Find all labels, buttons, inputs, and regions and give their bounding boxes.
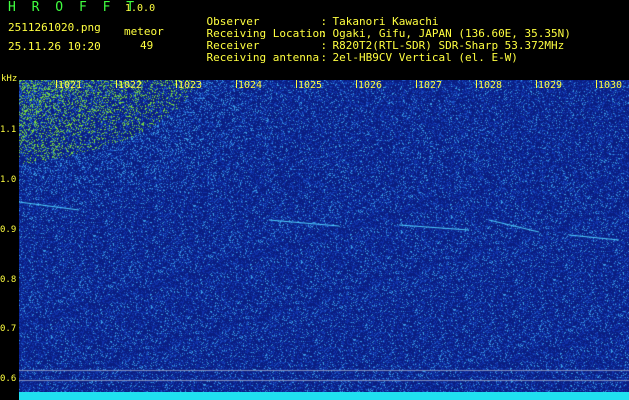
signal-strip [19, 392, 629, 400]
info-row-receiver: Receiver: R820T2(RTL-SDR) SDR-Sharp 53.37… [206, 39, 565, 52]
y-tick-label: 0.9 [0, 225, 17, 235]
y-tick-label: 0.8 [0, 275, 17, 285]
time-tick-label: 1027 [418, 80, 443, 91]
time-tick-mark [536, 80, 537, 88]
header-panel: H R O F F T 1.0.0 2511261020.png 25.11.2… [0, 0, 629, 78]
time-tick-mark [296, 80, 297, 88]
time-tick-mark [116, 80, 117, 88]
time-tick-label: 1028 [478, 80, 503, 91]
time-tick-label: 1022 [118, 80, 143, 91]
meteor-label: meteor [124, 25, 164, 38]
time-tick-mark [176, 80, 177, 88]
meteor-count: 49 [140, 39, 154, 52]
y-tick-label: 0.7 [0, 324, 17, 334]
app-title: H R O F F T [8, 0, 139, 15]
date-time: 25.11.26 10:20 [8, 40, 101, 53]
time-tick-mark [596, 80, 597, 88]
time-tick-label: 1030 [598, 80, 623, 91]
y-tick-label: 1.1 [0, 125, 17, 135]
time-tick-mark [356, 80, 357, 88]
info-row-location: Receiving Location: Ogaki, Gifu, JAPAN (1… [206, 27, 571, 40]
y-tick-label: 1.0 [0, 175, 17, 185]
info-row-observer: Observer: Takanori Kawachi [206, 15, 439, 28]
y-tick-label: 0.6 [0, 374, 17, 384]
time-tick-label: 1021 [58, 80, 83, 91]
time-tick-mark [416, 80, 417, 88]
axis-unit: kHz [1, 74, 18, 84]
time-tick-mark [56, 80, 57, 88]
spectrogram [19, 80, 629, 392]
time-tick-mark [476, 80, 477, 88]
file-name: 2511261020.png [8, 21, 101, 34]
time-tick-mark [236, 80, 237, 88]
time-tick-label: 1029 [538, 80, 563, 91]
time-tick-label: 1025 [298, 80, 323, 91]
info-value: 2el-HB9CV Vertical (el. E-W) [332, 51, 518, 64]
info-key: Receiving antenna [206, 51, 320, 64]
time-tick-label: 1023 [178, 80, 203, 91]
time-tick-label: 1024 [238, 80, 263, 91]
time-tick-label: 1026 [358, 80, 383, 91]
app-version: 1.0.0 [125, 3, 156, 14]
info-row-antenna: Receiving antenna: 2el-HB9CV Vertical (el… [206, 51, 518, 64]
